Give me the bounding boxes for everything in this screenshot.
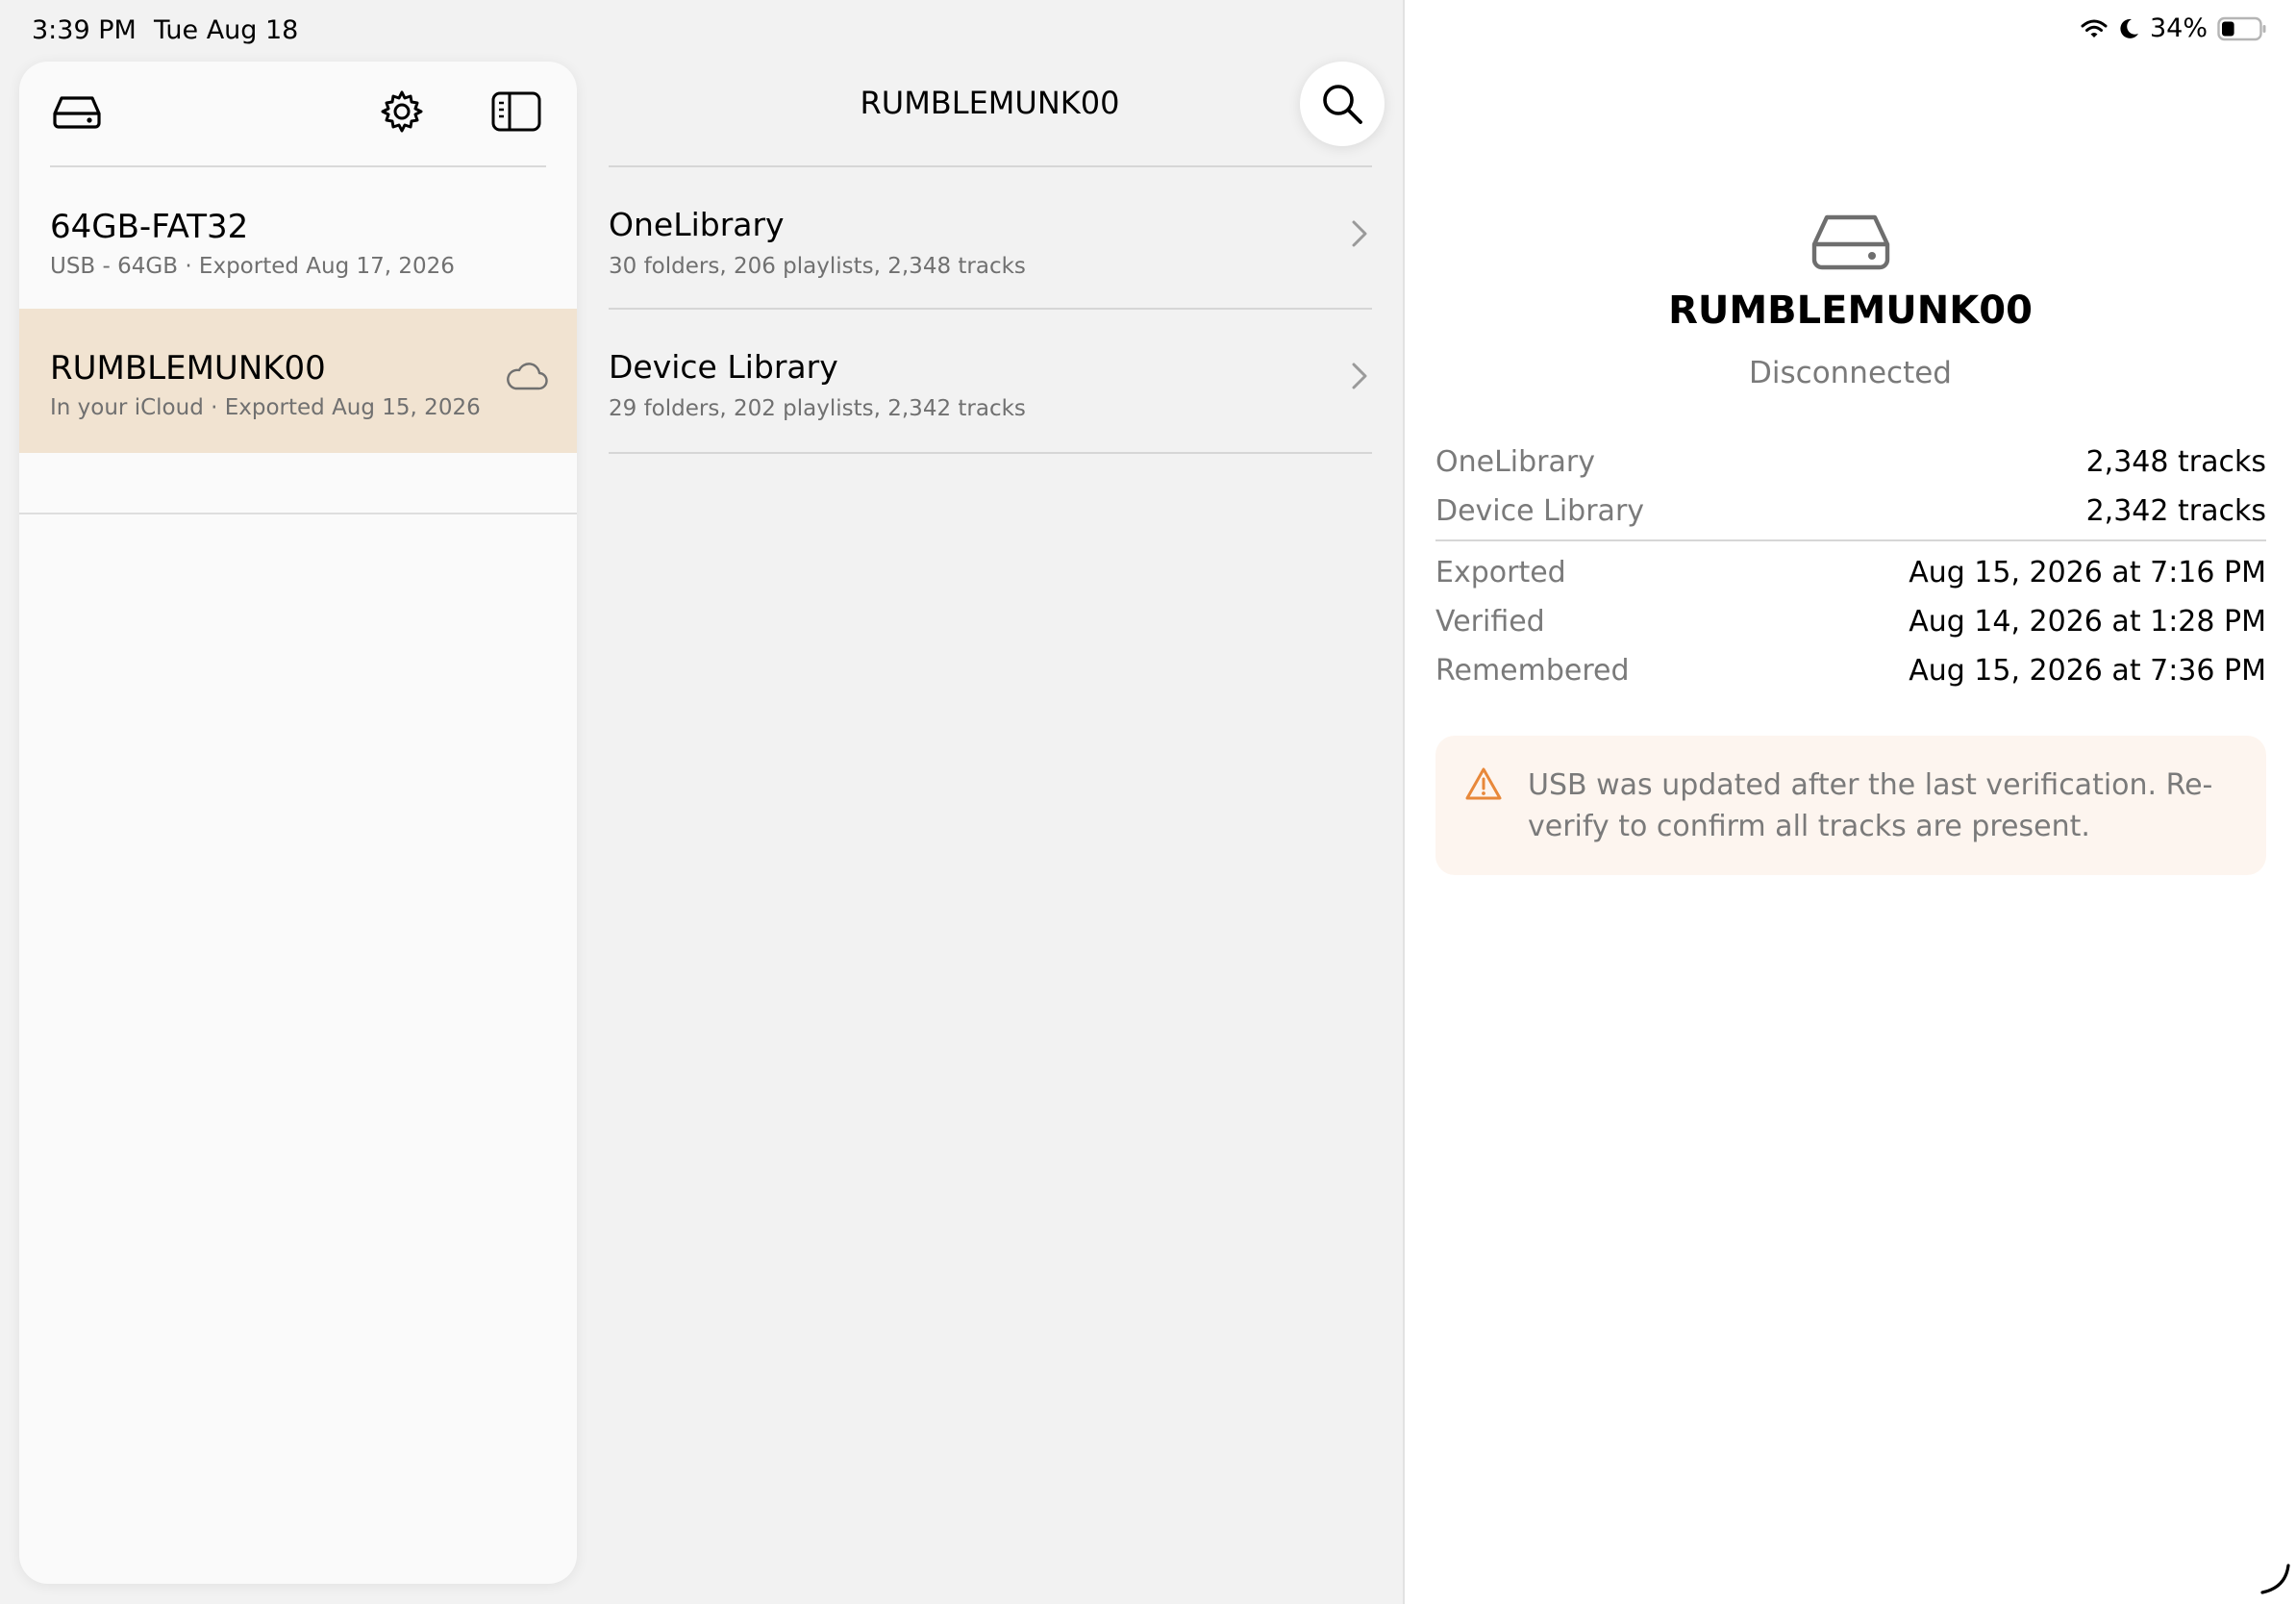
detail-row-device-library: Device Library 2,342 tracks	[1435, 494, 2266, 542]
left-pane: 64GB-FAT32 USB - 64GB · Exported Aug 17,…	[0, 0, 1403, 1604]
library-subtitle: 29 folders, 202 playlists, 2,342 tracks	[609, 396, 1026, 421]
device-subtitle: In your iCloud · Exported Aug 15, 2026	[50, 395, 481, 420]
detail-label: OneLibrary	[1435, 445, 1595, 479]
device-name: RUMBLEMUNK00	[50, 349, 326, 388]
verification-warning: USB was updated after the last verificat…	[1435, 736, 2266, 875]
warning-text: USB was updated after the last verificat…	[1528, 768, 2213, 843]
cloud-icon	[504, 361, 548, 395]
status-date: Tue Aug 18	[154, 15, 299, 45]
library-name: OneLibrary	[609, 206, 785, 243]
sidebar-toolbar	[19, 62, 577, 165]
detail-label: Device Library	[1435, 494, 1645, 528]
detail-value: Aug 14, 2026 at 1:28 PM	[1909, 605, 2266, 639]
drive-icon	[1810, 213, 1891, 275]
drive-icon[interactable]	[48, 83, 106, 140]
chevron-right-icon	[1351, 219, 1368, 252]
detail-title: RUMBLEMUNK00	[1668, 288, 2033, 333]
status-time: 3:39 PM	[32, 15, 137, 45]
wifi-icon	[2081, 19, 2108, 38]
moon-icon	[2120, 18, 2138, 38]
row-divider	[19, 513, 577, 514]
library-list-pane: RUMBLEMUNK00 OneLibrary 30 folders, 206 …	[577, 0, 1403, 1604]
resize-handle-icon[interactable]	[2259, 1563, 2291, 1599]
battery-icon	[2217, 16, 2266, 40]
connection-status: Disconnected	[1749, 356, 1952, 390]
chevron-right-icon	[1351, 362, 1368, 394]
device-row-64gb-fat32[interactable]: 64GB-FAT32 USB - 64GB · Exported Aug 17,…	[19, 167, 577, 312]
detail-divider	[1435, 539, 2266, 541]
library-subtitle: 30 folders, 206 playlists, 2,348 tracks	[609, 254, 1026, 279]
search-button[interactable]	[1300, 62, 1385, 146]
status-indicators: 34%	[2081, 13, 2267, 43]
detail-label: Verified	[1435, 605, 1545, 639]
detail-value: 2,342 tracks	[2085, 494, 2266, 528]
detail-value: 2,348 tracks	[2085, 445, 2266, 479]
warning-icon	[1464, 766, 1503, 805]
status-bar: 3:39 PM Tue Aug 18 34%	[0, 0, 2296, 62]
device-sidebar: 64GB-FAT32 USB - 64GB · Exported Aug 17,…	[19, 62, 577, 1584]
detail-label: Exported	[1435, 556, 1566, 589]
detail-row-exported: Exported Aug 15, 2026 at 7:16 PM	[1435, 556, 2266, 604]
battery-percent: 34%	[2149, 13, 2208, 43]
detail-label: Remembered	[1435, 654, 1630, 688]
row-divider	[609, 452, 1372, 454]
detail-row-remembered: Remembered Aug 15, 2026 at 7:36 PM	[1435, 654, 2266, 702]
device-name: 64GB-FAT32	[50, 208, 249, 246]
search-icon	[1323, 85, 1362, 124]
sidebar-toggle-icon[interactable]	[487, 83, 545, 140]
detail-row-verified: Verified Aug 14, 2026 at 1:28 PM	[1435, 605, 2266, 653]
detail-row-onelibrary: OneLibrary 2,348 tracks	[1435, 445, 2266, 493]
library-name: Device Library	[609, 348, 838, 386]
device-row-rumblemunk00[interactable]: RUMBLEMUNK00 In your iCloud · Exported A…	[19, 309, 577, 453]
device-subtitle: USB - 64GB · Exported Aug 17, 2026	[50, 254, 455, 279]
library-row-device-library[interactable]: Device Library 29 folders, 202 playlists…	[609, 310, 1372, 452]
gear-icon[interactable]	[373, 83, 431, 140]
library-row-onelibrary[interactable]: OneLibrary 30 folders, 206 playlists, 2,…	[609, 167, 1372, 310]
detail-pane: RUMBLEMUNK00 Disconnected OneLibrary 2,3…	[1403, 0, 2296, 1604]
detail-value: Aug 15, 2026 at 7:16 PM	[1909, 556, 2266, 589]
page-title: RUMBLEMUNK00	[860, 85, 1120, 121]
detail-value: Aug 15, 2026 at 7:36 PM	[1909, 654, 2266, 688]
